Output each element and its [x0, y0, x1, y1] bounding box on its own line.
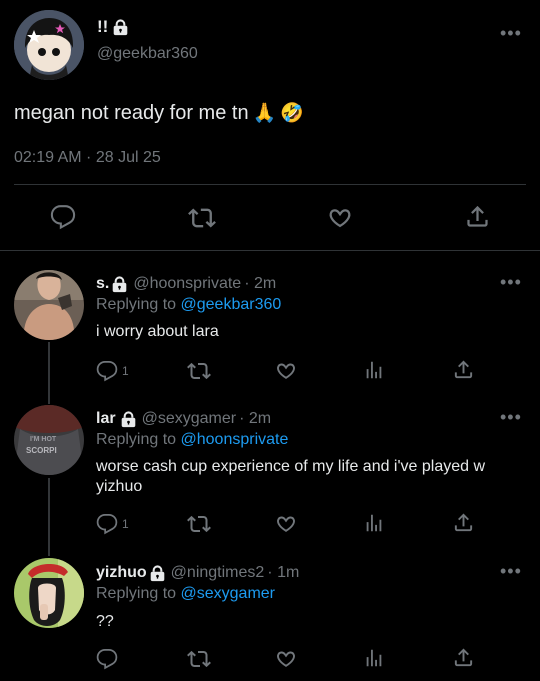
more-options-icon[interactable]: ••• [500, 408, 522, 426]
like-button[interactable] [274, 647, 298, 671]
display-name[interactable]: lar [96, 410, 116, 428]
share-button[interactable] [452, 358, 475, 381]
retweet-button[interactable] [187, 647, 211, 671]
like-icon [274, 512, 298, 536]
replying-to: Replying to @geekbar360 [96, 296, 282, 313]
reply-text: worse cash cup experience of my life and… [96, 458, 486, 495]
more-options-icon[interactable]: ••• [500, 24, 522, 42]
share-icon [452, 358, 475, 381]
reply-button[interactable]: 1 [96, 360, 129, 382]
folded-hands-emoji: 🙏 [252, 103, 277, 124]
thread-line [48, 342, 50, 404]
mention-link[interactable]: @geekbar360 [181, 296, 282, 313]
more-options-icon[interactable]: ••• [500, 273, 522, 291]
shirt-print-text: SCORPI [26, 446, 57, 455]
reply-button[interactable]: 1 [96, 513, 129, 535]
relative-time[interactable]: · 2m [244, 275, 276, 293]
like-button[interactable] [326, 204, 354, 232]
like-button[interactable] [274, 512, 298, 536]
share-button[interactable] [452, 511, 475, 534]
reply-icon [96, 360, 118, 382]
share-icon [464, 203, 491, 230]
lock-icon [112, 19, 129, 36]
like-icon [274, 359, 298, 383]
divider [0, 250, 540, 251]
mention-link[interactable]: @hoonsprivate [181, 431, 289, 448]
shirt-print-text: I'M HOT [30, 436, 57, 443]
avatar[interactable]: I'M HOT SCORPI [14, 405, 84, 475]
reply-count: 1 [122, 517, 129, 531]
analytics-icon [363, 359, 385, 381]
thread-line [48, 478, 50, 556]
handle[interactable]: @sexygamer [142, 410, 237, 428]
analytics-icon [363, 512, 385, 534]
retweet-icon [187, 359, 211, 383]
retweet-button[interactable] [187, 512, 211, 536]
analytics-button[interactable] [363, 512, 385, 534]
like-icon [274, 647, 298, 671]
reply-text: ?? [96, 613, 114, 630]
more-options-icon[interactable]: ••• [500, 562, 522, 580]
reply-header: s. @hoonsprivate · 2m [96, 275, 276, 293]
divider [14, 184, 526, 185]
display-name[interactable]: s. [96, 275, 109, 293]
reply-header: lar @sexygamer · 2m [96, 410, 271, 428]
avatar[interactable] [14, 270, 84, 340]
rofl-emoji: 🤣 [280, 103, 304, 124]
reply-count: 1 [122, 364, 129, 378]
display-name[interactable]: !! [97, 17, 129, 37]
timestamp[interactable]: 02:19 AM · 28 Jul 25 [14, 149, 161, 167]
reply-icon [96, 648, 118, 670]
main-tweet: !! @geekbar360 ••• megan not ready for m… [0, 0, 540, 251]
like-icon [326, 204, 354, 232]
avatar[interactable] [14, 10, 84, 80]
handle[interactable]: @geekbar360 [97, 45, 198, 63]
replying-to: Replying to @sexygamer [96, 585, 276, 602]
share-button[interactable] [452, 646, 475, 669]
lock-icon [111, 276, 128, 293]
reply-icon [96, 513, 118, 535]
handle[interactable]: @hoonsprivate [133, 275, 241, 293]
share-button[interactable] [464, 203, 491, 230]
retweet-icon [188, 204, 216, 232]
retweet-icon [187, 647, 211, 671]
reply-text: i worry about lara [96, 323, 219, 340]
handle[interactable]: @ningtimes2 [171, 564, 265, 582]
relative-time[interactable]: · 1m [267, 564, 299, 582]
lock-icon [149, 565, 166, 582]
share-icon [452, 646, 475, 669]
relative-time[interactable]: · 2m [239, 410, 271, 428]
reply-header: yizhuo @ningtimes2 · 1m [96, 564, 299, 582]
mention-link[interactable]: @sexygamer [181, 585, 276, 602]
display-name[interactable]: yizhuo [96, 564, 147, 582]
retweet-button[interactable] [187, 359, 211, 383]
analytics-button[interactable] [363, 647, 385, 669]
tweet-text: megan not ready for me tn 🙏 🤣 [14, 101, 304, 125]
lock-icon [120, 411, 137, 428]
retweet-button[interactable] [188, 204, 216, 232]
reply-button[interactable] [50, 204, 76, 230]
reply-icon [50, 204, 76, 230]
retweet-icon [187, 512, 211, 536]
share-icon [452, 511, 475, 534]
reply-button[interactable] [96, 648, 118, 670]
analytics-icon [363, 647, 385, 669]
avatar[interactable] [14, 558, 84, 628]
analytics-button[interactable] [363, 359, 385, 381]
like-button[interactable] [274, 359, 298, 383]
replying-to: Replying to @hoonsprivate [96, 431, 289, 448]
